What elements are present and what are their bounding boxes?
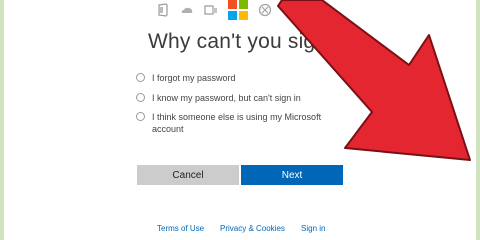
logo-square bbox=[228, 11, 237, 20]
option-label: I know my password, but can't sign in bbox=[152, 93, 301, 103]
radio-button[interactable] bbox=[136, 93, 145, 102]
logo-square bbox=[239, 11, 248, 20]
privacy-cookies-link[interactable]: Privacy & Cookies bbox=[220, 224, 285, 233]
xbox-icon bbox=[258, 3, 272, 17]
option-forgot-password[interactable]: I forgot my password bbox=[136, 72, 352, 84]
onedrive-icon bbox=[181, 7, 193, 13]
radio-button[interactable] bbox=[136, 73, 145, 82]
option-label: I think someone else is using my Microso… bbox=[152, 112, 322, 134]
option-cant-sign-in[interactable]: I know my password, but can't sign in bbox=[136, 92, 352, 104]
outlook-icon bbox=[204, 5, 217, 15]
logo-square bbox=[239, 0, 248, 9]
terms-of-use-link[interactable]: Terms of Use bbox=[157, 224, 204, 233]
product-icon-bar bbox=[156, 0, 272, 20]
logo-square bbox=[228, 0, 237, 9]
office-icon bbox=[158, 3, 168, 17]
sign-in-link[interactable]: Sign in bbox=[301, 224, 325, 233]
cancel-button[interactable]: Cancel bbox=[137, 165, 239, 185]
radio-button[interactable] bbox=[136, 112, 145, 121]
option-label: I forgot my password bbox=[152, 73, 236, 83]
microsoft-logo bbox=[228, 0, 248, 20]
next-button[interactable]: Next bbox=[241, 165, 343, 185]
option-someone-else[interactable]: I think someone else is using my Microso… bbox=[136, 111, 352, 135]
page-title: Why can't you sig bbox=[148, 30, 316, 53]
